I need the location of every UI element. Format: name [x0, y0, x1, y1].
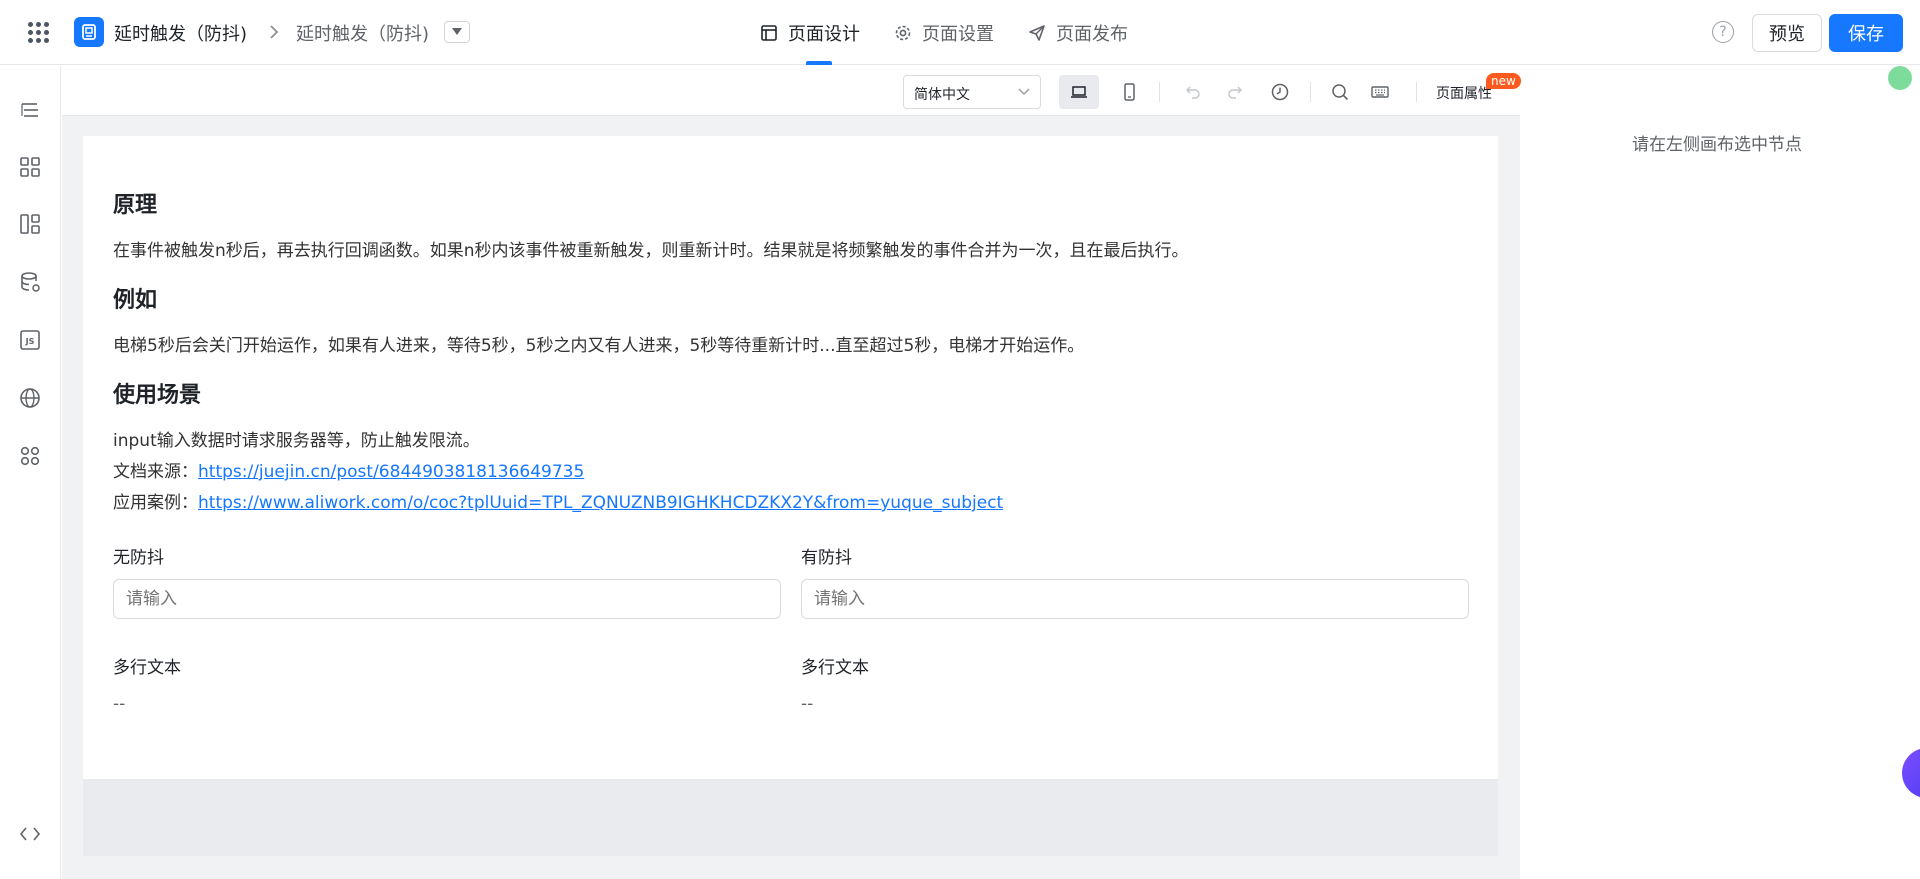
mobile-icon: [1124, 83, 1135, 101]
caret-down-icon: [452, 28, 462, 35]
toolbar-divider: [1310, 82, 1311, 102]
toolbar-divider: [1416, 82, 1417, 102]
paragraph-example: 电梯5秒后会关门开始运作，如果有人进来，等待5秒，5秒之内又有人进来，5秒等待重…: [113, 336, 1085, 356]
tab-page-settings[interactable]: 页面设置: [894, 0, 994, 65]
search-icon: [1332, 84, 1349, 101]
textarea-left-value: --: [113, 694, 126, 714]
undo-button[interactable]: [1172, 75, 1212, 109]
case-link[interactable]: https://www.aliwork.com/o/coc?tplUuid=TP…: [198, 493, 1003, 513]
textarea-right-value: --: [801, 694, 814, 714]
redo-icon: [1228, 86, 1243, 99]
history-button[interactable]: [1260, 75, 1300, 109]
language-select-value: 简体中文: [914, 87, 970, 103]
tab-page-design[interactable]: 页面设计: [760, 0, 860, 65]
left-sidebar: JS: [0, 66, 61, 879]
svg-text:JS: JS: [25, 337, 35, 346]
no-debounce-label: 无防抖: [113, 548, 164, 568]
outline-icon[interactable]: [18, 98, 42, 122]
layout-template-icon[interactable]: [18, 212, 42, 236]
app-grid-icon[interactable]: [26, 20, 50, 44]
top-header: 延时触发（防抖) 延时触发（防抖) 页面设计 页面设置 页面发布 ? 预览 保存: [0, 0, 1920, 65]
redo-button[interactable]: [1216, 75, 1256, 109]
case-line: 应用案例：https://www.aliwork.com/o/coc?tplUu…: [113, 488, 1003, 513]
undo-icon: [1185, 86, 1200, 99]
send-icon: [1029, 24, 1045, 41]
case-label: 应用案例：: [113, 493, 198, 513]
design-canvas[interactable]: 原理 在事件被触发n秒后，再去执行回调函数。如果n秒内该事件被重新触发，则重新计…: [83, 136, 1498, 856]
globe-icon[interactable]: [18, 386, 42, 410]
tab-page-design-label: 页面设计: [788, 23, 860, 45]
no-debounce-input[interactable]: [113, 579, 781, 619]
empty-selection-hint: 请在左侧画布选中节点: [1632, 135, 1802, 155]
code-icon[interactable]: [18, 822, 42, 846]
help-icon[interactable]: ?: [1712, 21, 1734, 43]
heading-example: 例如: [113, 288, 158, 313]
textarea-left-label: 多行文本: [113, 658, 181, 678]
apps-icon[interactable]: [18, 444, 42, 468]
chevron-right-icon: [264, 22, 284, 42]
keyboard-icon: [1371, 86, 1389, 98]
page-properties-button[interactable]: 页面属性: [1436, 83, 1492, 103]
js-icon[interactable]: JS: [18, 328, 42, 352]
save-button[interactable]: 保存: [1829, 14, 1903, 52]
new-badge: new: [1486, 73, 1521, 89]
tab-page-publish-label: 页面发布: [1056, 23, 1128, 45]
search-button[interactable]: [1320, 75, 1360, 109]
clock-icon: [1271, 83, 1289, 101]
heading-use-case: 使用场景: [113, 383, 202, 408]
top-tabs: 页面设计 页面设置 页面发布: [760, 0, 1162, 65]
page-content[interactable]: 原理 在事件被触发n秒后，再去执行回调函数。如果n秒内该事件被重新触发，则重新计…: [83, 136, 1498, 779]
layout-icon: [761, 24, 777, 41]
tab-page-publish[interactable]: 页面发布: [1028, 0, 1128, 65]
breadcrumb-page-name[interactable]: 延时触发（防抖): [296, 20, 429, 46]
page-dropdown-button[interactable]: [444, 21, 470, 43]
paragraph-principle: 在事件被触发n秒后，再去执行回调函数。如果n秒内该事件被重新触发，则重新计时。结…: [113, 241, 1189, 261]
source-link[interactable]: https://juejin.cn/post/68449038181366497…: [198, 462, 584, 482]
source-line: 文档来源：https://juejin.cn/post/684490381813…: [113, 457, 584, 482]
gear-icon: [895, 25, 911, 40]
heading-principle: 原理: [113, 193, 158, 218]
mobile-view-button[interactable]: [1109, 75, 1149, 109]
paragraph-use-case: input输入数据时请求服务器等，防止触发限流。: [113, 431, 480, 451]
properties-panel: 请在左侧画布选中节点: [1521, 66, 1920, 879]
debounce-input[interactable]: [801, 579, 1469, 619]
laptop-icon: [1071, 86, 1087, 98]
language-select[interactable]: 简体中文: [903, 75, 1041, 109]
debounce-label: 有防抖: [801, 548, 852, 568]
preview-button[interactable]: 预览: [1752, 14, 1822, 52]
source-label: 文档来源：: [113, 462, 198, 482]
status-dot: [1888, 66, 1912, 90]
canvas-toolbar: 简体中文 页面属性 new: [62, 66, 1521, 116]
app-logo-icon: [74, 17, 104, 47]
textarea-right-label: 多行文本: [801, 658, 869, 678]
components-icon[interactable]: [18, 155, 42, 179]
toolbar-divider: [1159, 82, 1160, 102]
data-source-icon[interactable]: [18, 270, 42, 294]
desktop-view-button[interactable]: [1059, 75, 1099, 109]
keyboard-shortcuts-button[interactable]: [1360, 75, 1400, 109]
canvas-area: 简体中文 页面属性 new 原理 在事件被触发n秒后，再去执行回调函数。如果n秒…: [62, 66, 1521, 879]
tab-page-settings-label: 页面设置: [922, 23, 994, 45]
chevron-down-icon: [1018, 88, 1030, 96]
breadcrumb-app-name[interactable]: 延时触发（防抖): [114, 20, 247, 46]
